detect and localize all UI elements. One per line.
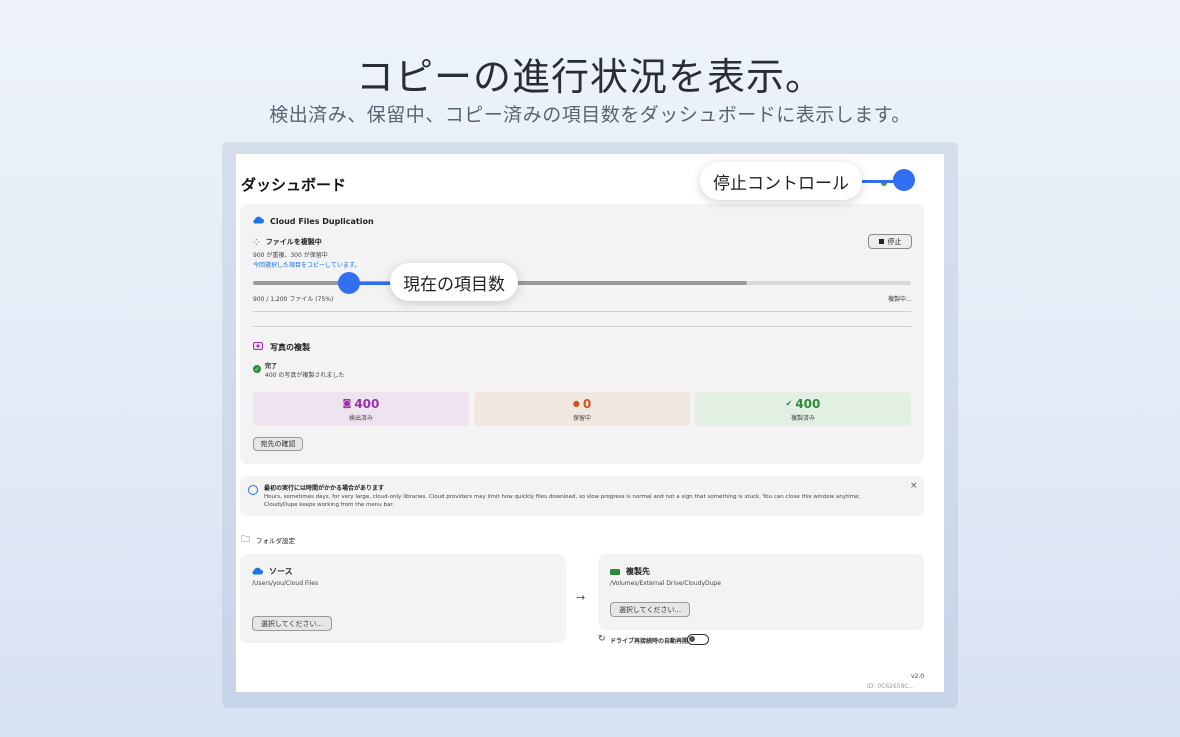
auto-resume-toggle[interactable] [687,634,709,645]
notice-title: 最初の実行には時間がかかる場合があります [264,485,385,492]
callout-knob [893,169,915,191]
toggle-knob [689,636,695,642]
source-path: /Users/you/Cloud Files [252,580,319,587]
stat-pending-value: ● 0 [572,396,592,411]
progress-panel: Cloud Files Duplication ⁘ ファイルを複製中 900 が… [240,204,924,464]
hero-title: コピーの進行状況を表示。 [355,55,824,99]
arrow-right-icon: → [576,591,586,604]
cloud-icon [252,567,263,577]
stat-detected: ◙ 400 検出済み [253,392,469,426]
version-label: v2.0 [911,673,925,680]
callout-connector [355,282,395,285]
destination-title: 複製先 [626,567,650,576]
destination-card: 複製先 /Volumes/External Drive/CloudyDupe 選… [598,554,924,630]
refresh-icon: ↻ [598,634,606,644]
destination-path: /Volumes/External Drive/CloudyDupe [610,580,721,587]
source-select-button[interactable]: 選択してください... [252,616,332,631]
folder-icon: 🗀 [241,535,251,545]
destination-header: 複製先 [610,566,650,577]
source-header: ソース [252,566,293,577]
stat-pending-label: 保留中 [572,414,591,422]
auto-resume-label: ドライブ再接続時の自動再開 [610,638,689,645]
divider [253,326,911,327]
stat-pending: ● 0 保留中 [474,392,690,426]
source-card: ソース /Users/you/Cloud Files 選択してください... [240,554,566,643]
check-icon: ✓ [253,365,261,373]
progress-state: 複製中... [888,296,912,303]
device-id: ID: 0C62658C... [867,683,915,690]
window-title: ダッシュボード [241,176,347,194]
destination-select-button[interactable]: 選択してください... [610,602,690,617]
photo-icon [253,341,264,353]
copy-status-label: ファイルを複製中 [265,238,322,246]
callout-knob [338,272,360,294]
info-clock-icon [248,485,258,495]
photo-detail: 400 の写真が複製されました [265,372,345,379]
stat-detected-value: ◙ 400 [342,396,380,411]
stat-copied-value: ✔ 400 [785,396,821,411]
divider [253,311,911,312]
cloud-section-title: Cloud Files Duplication [270,216,374,226]
notice-body: CloudyDupe keeps working from the menu b… [264,502,394,508]
stop-control-callout: 停止コントロール [700,162,862,200]
check-icon: ✔ [785,399,793,408]
counts-line: 900 が重複、300 が保留中 [253,252,328,259]
current-items-callout: 現在の項目数 [390,263,518,301]
hero-subtitle: 検出済み、保留中、コピー済みの項目数をダッシュボードに表示します。 [269,104,911,126]
pending-icon: ● [572,399,580,408]
first-run-notice: 最初の実行には時間がかかる場合があります Hours, sometimes da… [240,476,924,516]
drive-icon [610,568,620,575]
stop-button[interactable]: 停止 [868,234,912,249]
app-window: ダッシュボード Cloud Files Duplication ⁘ ファイルを複… [236,154,944,692]
copy-note: 今回選択した項目をコピーしています。 [253,262,361,269]
close-icon[interactable]: × [910,481,918,491]
stat-detected-label: 検出済み [348,414,373,422]
photo-status: 完了 [265,363,278,370]
folder-settings-header: 🗀 フォルダ設定 [241,532,295,548]
spinner-icon: ⁘ [253,237,260,247]
copy-status-row: ⁘ ファイルを複製中 [253,237,322,247]
source-title: ソース [269,567,293,576]
confirm-destination-button[interactable]: 宛先の確認 [253,437,303,451]
cloud-section-header: Cloud Files Duplication [253,216,374,226]
stop-icon [878,239,884,244]
stat-copied-label: 複製済み [790,414,815,422]
photo-section-title: 写真の複製 [270,342,310,352]
cloud-icon [253,216,264,226]
photo-section-header: 写真の複製 [253,341,310,353]
stop-button-label: 停止 [887,237,902,246]
photo-icon: ◙ [342,398,352,409]
notice-body: Hours, sometimes days, for very large, c… [264,494,861,500]
stat-copied: ✔ 400 複製済み [695,392,911,426]
progress-text: 900 / 1,200 ファイル (75%) [253,296,334,303]
folder-settings-label: フォルダ設定 [256,537,296,545]
